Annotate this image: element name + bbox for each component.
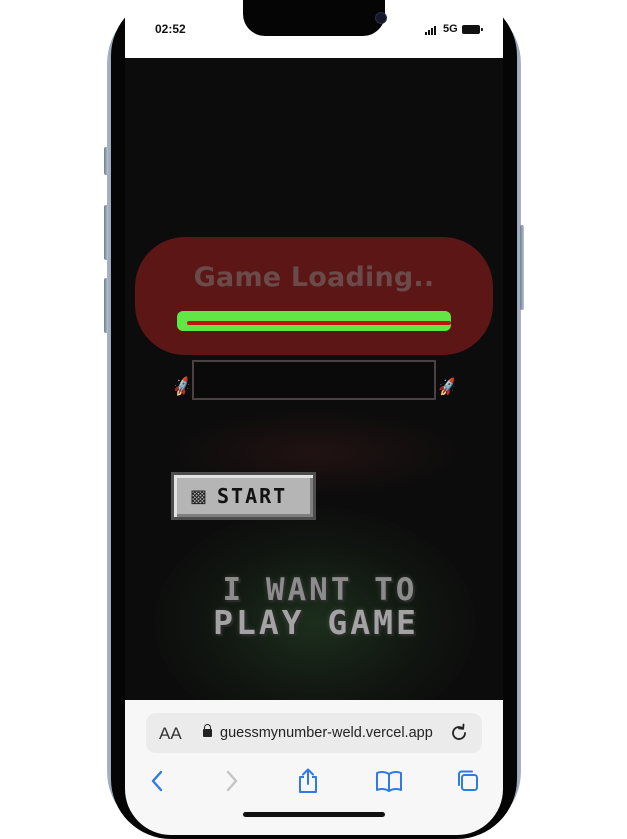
progress-bar-fill xyxy=(187,321,451,325)
forward-icon xyxy=(226,770,238,792)
status-time: 02:52 xyxy=(155,22,186,36)
url-text[interactable]: guessmynumber-weld.vercel.app xyxy=(220,725,433,741)
cellular-signal-icon xyxy=(425,25,439,35)
tabs-button[interactable] xyxy=(453,766,483,796)
loading-panel xyxy=(135,237,493,355)
home-indicator xyxy=(243,812,385,817)
start-button-label: START xyxy=(217,484,288,508)
bookmarks-button[interactable] xyxy=(374,766,404,796)
volume-down-button xyxy=(104,278,108,333)
address-bar[interactable]: AA guessmynumber-weld.vercel.app xyxy=(146,713,482,753)
tabs-icon xyxy=(458,770,478,791)
start-button[interactable]: ▩ START xyxy=(171,472,316,520)
front-camera xyxy=(375,12,387,24)
network-type: 5G xyxy=(443,23,458,35)
bookmarks-icon xyxy=(376,770,402,792)
loading-title: Game Loading.. xyxy=(193,262,435,293)
forward-button[interactable] xyxy=(217,766,247,796)
checkered-flag-icon: ▩ xyxy=(190,485,208,507)
game-input[interactable] xyxy=(192,360,436,400)
silent-switch xyxy=(104,147,108,175)
back-button[interactable] xyxy=(142,766,172,796)
notch xyxy=(243,0,387,36)
power-button xyxy=(520,225,524,310)
volume-up-button xyxy=(104,205,108,260)
phone-screen: 02:52 5G Game Loading.. 🚀 🚀 ▩ START I WA… xyxy=(125,0,503,835)
back-icon xyxy=(151,770,163,792)
share-button[interactable] xyxy=(293,766,323,796)
reload-icon[interactable] xyxy=(448,722,470,744)
battery-icon xyxy=(462,25,483,34)
rocket-icon-right: 🚀 xyxy=(436,376,459,398)
lock-icon xyxy=(203,724,212,737)
headline-line2: PLAY GAME xyxy=(213,603,419,642)
text-size-button[interactable]: AA xyxy=(159,724,182,744)
share-icon xyxy=(299,768,317,793)
